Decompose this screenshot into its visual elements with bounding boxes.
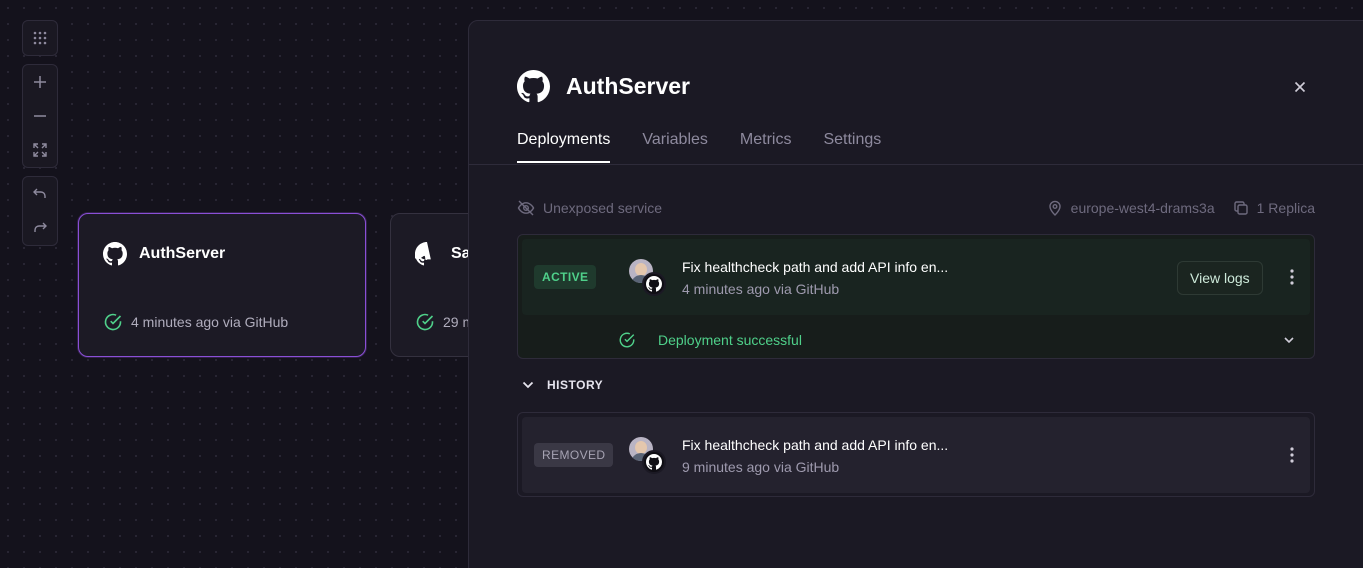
undo-icon — [33, 188, 46, 198]
history-label: HISTORY — [547, 378, 604, 392]
commit-message: Fix healthcheck path and add API info en… — [682, 259, 949, 275]
commit-meta: 4 minutes ago via GitHub — [682, 281, 840, 297]
tab-settings[interactable]: Settings — [823, 131, 881, 163]
tab-variables[interactable]: Variables — [642, 131, 708, 163]
redo-button[interactable] — [23, 211, 57, 245]
commit-message: Fix healthcheck path and add API info en… — [682, 437, 949, 453]
more-options-button[interactable] — [1282, 445, 1302, 465]
deployment-status-text: Deployment successful — [658, 332, 802, 348]
redo-icon — [34, 222, 47, 232]
more-vertical-icon — [1290, 269, 1294, 285]
github-icon — [415, 242, 431, 266]
deployment-row: ACTIVE Fix healthcheck path and add API … — [522, 239, 1310, 315]
github-icon — [517, 70, 550, 103]
tab-deployments[interactable]: Deployments — [517, 131, 611, 163]
status-badge: ACTIVE — [534, 265, 597, 289]
github-icon — [103, 242, 127, 266]
close-button[interactable] — [1291, 78, 1309, 96]
check-circle-icon — [619, 332, 635, 348]
fit-screen-icon — [33, 143, 47, 157]
deployment-row: REMOVED Fix healthcheck path and add API… — [522, 417, 1310, 493]
panel-title: AuthServer — [566, 73, 690, 99]
history-toggle[interactable]: HISTORY — [521, 378, 603, 392]
toolbar-history-group — [22, 176, 58, 246]
replica-count: 1 Replica — [1256, 200, 1315, 216]
tab-metrics[interactable]: Metrics — [740, 131, 792, 163]
tabs-divider — [469, 164, 1363, 165]
github-badge-icon — [642, 450, 666, 474]
chevron-down-icon[interactable] — [1282, 333, 1296, 347]
status-badge: REMOVED — [534, 443, 614, 467]
copy-icon — [1233, 201, 1248, 215]
more-vertical-icon — [1290, 447, 1294, 463]
check-circle-icon — [416, 313, 434, 331]
close-icon — [1294, 81, 1306, 93]
service-status: 4 minutes ago via GitHub — [131, 314, 289, 330]
service-meta-row: Unexposed service europe-west4-drams3a 1… — [517, 198, 1315, 218]
service-title: AuthServer — [139, 245, 226, 262]
more-options-button[interactable] — [1282, 267, 1302, 287]
service-detail-panel: AuthServer Deployments Variables Metrics… — [468, 20, 1363, 568]
region-label: europe-west4-drams3a — [1070, 200, 1215, 216]
check-circle-icon — [104, 313, 122, 331]
view-logs-button[interactable]: View logs — [1177, 261, 1263, 295]
eye-off-icon — [517, 200, 535, 216]
github-badge-icon — [642, 272, 666, 296]
history-deployment-card[interactable]: REMOVED Fix healthcheck path and add API… — [517, 412, 1315, 497]
active-deployment-card[interactable]: ACTIVE Fix healthcheck path and add API … — [517, 234, 1315, 359]
service-card-authserver[interactable]: AuthServer 4 minutes ago via GitHub — [78, 213, 366, 357]
zoom-out-button[interactable] — [23, 99, 57, 133]
commit-meta: 9 minutes ago via GitHub — [682, 459, 840, 475]
minus-icon — [34, 115, 46, 117]
layout-button[interactable] — [23, 21, 57, 55]
exposure-status: Unexposed service — [543, 200, 663, 216]
chevron-down-icon — [522, 381, 534, 389]
zoom-in-button[interactable] — [23, 65, 57, 99]
grid-dots-icon — [33, 31, 47, 45]
plus-icon — [34, 76, 46, 88]
fit-view-button[interactable] — [23, 133, 57, 167]
undo-button[interactable] — [23, 177, 57, 211]
deployment-status-row[interactable]: Deployment successful — [518, 323, 1314, 357]
author-avatar-group — [629, 437, 667, 475]
map-pin-icon — [1048, 200, 1061, 216]
toolbar-layout-group — [22, 20, 58, 56]
toolbar-zoom-group — [22, 64, 58, 168]
panel-tabs: Deployments Variables Metrics Settings — [517, 131, 881, 163]
author-avatar-group — [629, 259, 667, 297]
